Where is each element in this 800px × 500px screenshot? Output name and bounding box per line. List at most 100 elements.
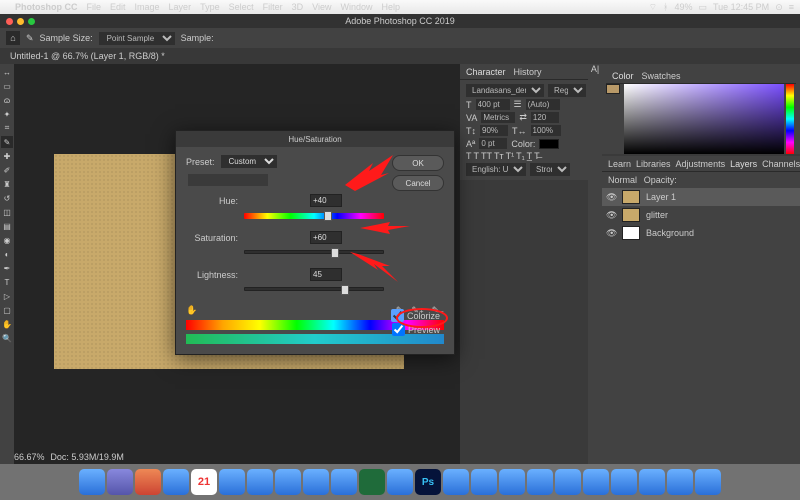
dock-app-icon[interactable] (555, 469, 581, 495)
sample-size-select[interactable]: Point Sample (99, 32, 175, 45)
leading-input[interactable] (526, 99, 560, 110)
dock-app-icon[interactable] (163, 469, 189, 495)
saturation-slider[interactable] (244, 250, 384, 258)
dock-app-icon[interactable] (667, 469, 693, 495)
menu-layer[interactable]: Layer (169, 2, 192, 12)
italic-icon[interactable]: T (474, 151, 480, 161)
spotlight-icon[interactable]: ⊙ (775, 2, 783, 13)
zoom-tool-icon[interactable]: 🔍 (1, 332, 13, 344)
layer-row[interactable]: 👁 Layer 1 (602, 188, 800, 206)
caps-icon[interactable]: TT (481, 151, 492, 161)
battery-icon[interactable]: ▭ (698, 2, 707, 13)
dock-app-icon[interactable] (499, 469, 525, 495)
bluetooth-icon[interactable]: ᚼ (663, 2, 668, 12)
dock-app-icon[interactable] (639, 469, 665, 495)
lasso-tool-icon[interactable]: ɷ (1, 94, 13, 106)
hand-icon[interactable]: ✋ (186, 305, 197, 316)
dock-app-icon[interactable] (135, 469, 161, 495)
type-panel-icon[interactable]: A| (588, 64, 602, 78)
marquee-tool-icon[interactable]: ▭ (1, 80, 13, 92)
menu-3d[interactable]: 3D (292, 2, 304, 12)
eraser-tool-icon[interactable]: ◫ (1, 206, 13, 218)
tab-history[interactable]: History (514, 67, 542, 77)
menu-window[interactable]: Window (340, 2, 372, 12)
layer-thumb[interactable] (622, 208, 640, 222)
channel-select[interactable] (188, 174, 268, 186)
font-family-select[interactable]: Landasans_demo01 (466, 84, 544, 97)
crop-tool-icon[interactable]: ⌗ (1, 122, 13, 134)
layer-name[interactable]: Layer 1 (646, 192, 676, 202)
menu-edit[interactable]: Edit (110, 2, 126, 12)
preset-select[interactable]: Custom (221, 155, 277, 168)
foreground-swatch[interactable] (606, 84, 620, 94)
layer-thumb[interactable] (622, 190, 640, 204)
dock-app-icon[interactable] (527, 469, 553, 495)
wand-tool-icon[interactable]: ✦ (1, 108, 13, 120)
tracking-input[interactable] (531, 112, 559, 123)
gradient-tool-icon[interactable]: ▤ (1, 220, 13, 232)
document-tab[interactable]: Untitled-1 @ 66.7% (Layer 1, RGB/8) * (0, 48, 800, 64)
kerning-input[interactable] (481, 112, 515, 123)
dock-finder-icon[interactable] (79, 469, 105, 495)
colorize-checkbox[interactable] (391, 309, 404, 322)
dock-photoshop-icon[interactable]: Ps (415, 469, 441, 495)
tab-libraries[interactable]: Libraries (636, 159, 671, 169)
color-picker-field[interactable] (624, 84, 784, 154)
dock-app-icon[interactable] (275, 469, 301, 495)
menu-type[interactable]: Type (200, 2, 220, 12)
path-tool-icon[interactable]: ▷ (1, 290, 13, 302)
strike-icon[interactable]: T̶ (534, 151, 540, 161)
home-icon[interactable]: ⌂ (6, 31, 20, 45)
vscale-input[interactable] (480, 125, 508, 136)
dock-app-icon[interactable] (247, 469, 273, 495)
sub-icon[interactable]: T₁ (516, 151, 525, 161)
stamp-tool-icon[interactable]: ♜ (1, 178, 13, 190)
preview-checkbox[interactable] (392, 323, 405, 336)
dock-app-icon[interactable] (359, 469, 385, 495)
layer-name[interactable]: Background (646, 228, 694, 238)
lightness-input[interactable] (310, 268, 342, 281)
tab-layers[interactable]: Layers (730, 159, 757, 169)
lang-select[interactable]: English: USA (466, 163, 526, 176)
blend-mode-select[interactable]: Normal (608, 175, 637, 185)
menulet-icon[interactable]: ≡ (789, 2, 794, 12)
dock-app-icon[interactable] (443, 469, 469, 495)
tab-character[interactable]: Character (466, 67, 506, 77)
saturation-input[interactable] (310, 231, 342, 244)
hand-tool-icon[interactable]: ✋ (1, 318, 13, 330)
blur-tool-icon[interactable]: ◉ (1, 234, 13, 246)
layer-row[interactable]: 👁 glitter (602, 206, 800, 224)
traffic-lights[interactable] (6, 18, 35, 25)
font-size-input[interactable] (476, 99, 510, 110)
lightness-slider[interactable] (244, 287, 384, 295)
menu-select[interactable]: Select (229, 2, 254, 12)
tab-adjustments[interactable]: Adjustments (676, 159, 726, 169)
layer-name[interactable]: glitter (646, 210, 668, 220)
eyedropper-tool-icon[interactable]: ✎ (1, 136, 13, 148)
hue-slider[interactable] (786, 84, 794, 154)
eye-icon[interactable]: 👁 (606, 210, 616, 221)
layer-thumb[interactable] (622, 226, 640, 240)
zoom-level[interactable]: 66.67% (14, 452, 45, 462)
menu-view[interactable]: View (312, 2, 331, 12)
font-style-select[interactable]: Regular (548, 84, 586, 97)
hue-slider-dialog[interactable] (244, 213, 384, 221)
tab-learn[interactable]: Learn (608, 159, 631, 169)
underline-icon[interactable]: T̲ (527, 151, 533, 161)
dock-calendar-icon[interactable]: 21 (191, 469, 217, 495)
ok-button[interactable]: OK (392, 155, 444, 171)
hue-input[interactable] (310, 194, 342, 207)
aa-select[interactable]: Strong (530, 163, 570, 176)
text-color-swatch[interactable] (539, 139, 559, 149)
dock-trash-icon[interactable] (695, 469, 721, 495)
tab-color[interactable]: Color (612, 71, 634, 81)
eye-icon[interactable]: 👁 (606, 192, 616, 203)
eyedropper-icon[interactable]: ✎ (26, 33, 34, 44)
menu-image[interactable]: Image (135, 2, 160, 12)
clock[interactable]: Tue 12:45 PM (713, 2, 769, 12)
dock-app-icon[interactable] (387, 469, 413, 495)
history-brush-icon[interactable]: ↺ (1, 192, 13, 204)
menu-filter[interactable]: Filter (263, 2, 283, 12)
menu-help[interactable]: Help (381, 2, 400, 12)
dock-app-icon[interactable] (303, 469, 329, 495)
